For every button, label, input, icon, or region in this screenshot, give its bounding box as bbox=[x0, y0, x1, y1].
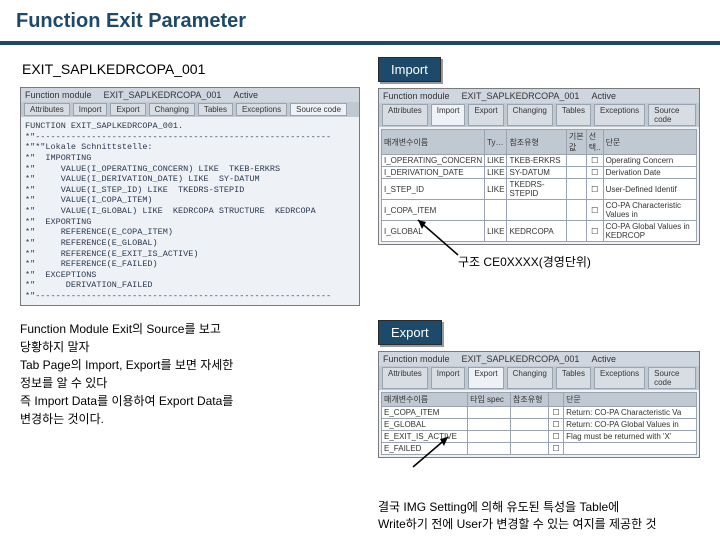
tab-tables[interactable]: Tables bbox=[198, 103, 233, 116]
module-value: EXIT_SAPLKEDRCOPA_001 bbox=[462, 91, 580, 101]
tab-attributes[interactable]: Attributes bbox=[382, 104, 428, 126]
sap-code-panel: Function module EXIT_SAPLKEDRCOPA_001 Ac… bbox=[20, 87, 360, 306]
table-row: I_STEP_IDLIKETKEDRS-STEPID☐User-Defined … bbox=[382, 179, 697, 200]
tab-export[interactable]: Export bbox=[468, 367, 503, 389]
col-ref: 참조유형 bbox=[507, 130, 566, 155]
export-badge: Export bbox=[378, 320, 442, 345]
struct-note: 구조 CE0XXXX(경영단위) bbox=[378, 253, 700, 270]
tab-import[interactable]: Import bbox=[431, 367, 466, 389]
table-row: I_OPERATING_CONCERNLIKETKEB-ERKRS☐Operat… bbox=[382, 155, 697, 167]
col-ref: 참조유형 bbox=[511, 393, 549, 407]
col-desc: 단문 bbox=[564, 393, 697, 407]
tab-sourcecode[interactable]: Source code bbox=[648, 104, 696, 126]
arrow-icon bbox=[408, 215, 468, 260]
tab-sourcecode[interactable]: Source code bbox=[648, 367, 696, 389]
module-status: Active bbox=[591, 354, 616, 364]
code-tabs: Attributes Import Export Changing Tables… bbox=[21, 102, 359, 117]
import-badge: Import bbox=[378, 57, 441, 82]
table-row: E_GLOBAL☐Return: CO-PA Global Values in bbox=[382, 419, 697, 431]
tab-exceptions[interactable]: Exceptions bbox=[594, 104, 645, 126]
tab-import[interactable]: Import bbox=[73, 103, 108, 116]
tab-export[interactable]: Export bbox=[468, 104, 503, 126]
table-row: E_COPA_ITEM☐Return: CO-PA Characteristic… bbox=[382, 407, 697, 419]
table-row: I_DERIVATION_DATELIKESY-DATUM☐Derivation… bbox=[382, 167, 697, 179]
tab-changing[interactable]: Changing bbox=[149, 103, 195, 116]
tab-import[interactable]: Import bbox=[431, 104, 466, 126]
col-name: 매개변수이름 bbox=[382, 130, 485, 155]
module-status: Active bbox=[591, 91, 616, 101]
col-pass bbox=[549, 393, 564, 407]
tab-sourcecode[interactable]: Source code bbox=[290, 103, 347, 116]
source-code: FUNCTION EXIT_SAPLKEDRCOPA_001. *"------… bbox=[21, 117, 359, 305]
module-label: Function module bbox=[383, 354, 450, 364]
tab-exceptions[interactable]: Exceptions bbox=[236, 103, 287, 116]
function-name: EXIT_SAPLKEDRCOPA_001 bbox=[22, 61, 360, 77]
tab-changing[interactable]: Changing bbox=[507, 104, 553, 126]
import-tabs: Attributes Import Export Changing Tables… bbox=[379, 103, 699, 127]
module-label: Function module bbox=[383, 91, 450, 101]
tab-changing[interactable]: Changing bbox=[507, 367, 553, 389]
export-tabs: Attributes Import Export Changing Tables… bbox=[379, 366, 699, 390]
col-desc: 단문 bbox=[603, 130, 696, 155]
tab-export[interactable]: Export bbox=[110, 103, 145, 116]
col-opt: 선택.. bbox=[586, 130, 603, 155]
col-default: 기본값 bbox=[566, 130, 586, 155]
slide-title: Function Exit Parameter bbox=[0, 0, 720, 45]
col-type: 타입 spec bbox=[468, 393, 511, 407]
module-status: Active bbox=[233, 90, 258, 100]
module-label: Function module bbox=[25, 90, 92, 100]
tab-tables[interactable]: Tables bbox=[556, 104, 591, 126]
tab-exceptions[interactable]: Exceptions bbox=[594, 367, 645, 389]
content-area: EXIT_SAPLKEDRCOPA_001 Function module EX… bbox=[0, 45, 720, 544]
arrow-icon bbox=[408, 432, 458, 472]
col-name: 매개변수이름 bbox=[382, 393, 468, 407]
final-note: 결국 IMG Setting에 의해 유도된 특성을 Table에 Write하… bbox=[378, 470, 700, 532]
tab-attributes[interactable]: Attributes bbox=[382, 367, 428, 389]
col-type: Ty… bbox=[485, 130, 507, 155]
module-value: EXIT_SAPLKEDRCOPA_001 bbox=[104, 90, 222, 100]
tab-attributes[interactable]: Attributes bbox=[24, 103, 70, 116]
tab-tables[interactable]: Tables bbox=[556, 367, 591, 389]
module-value: EXIT_SAPLKEDRCOPA_001 bbox=[462, 354, 580, 364]
note-block: Function Module Exit의 Source를 보고 당황하지 말자… bbox=[20, 320, 360, 428]
